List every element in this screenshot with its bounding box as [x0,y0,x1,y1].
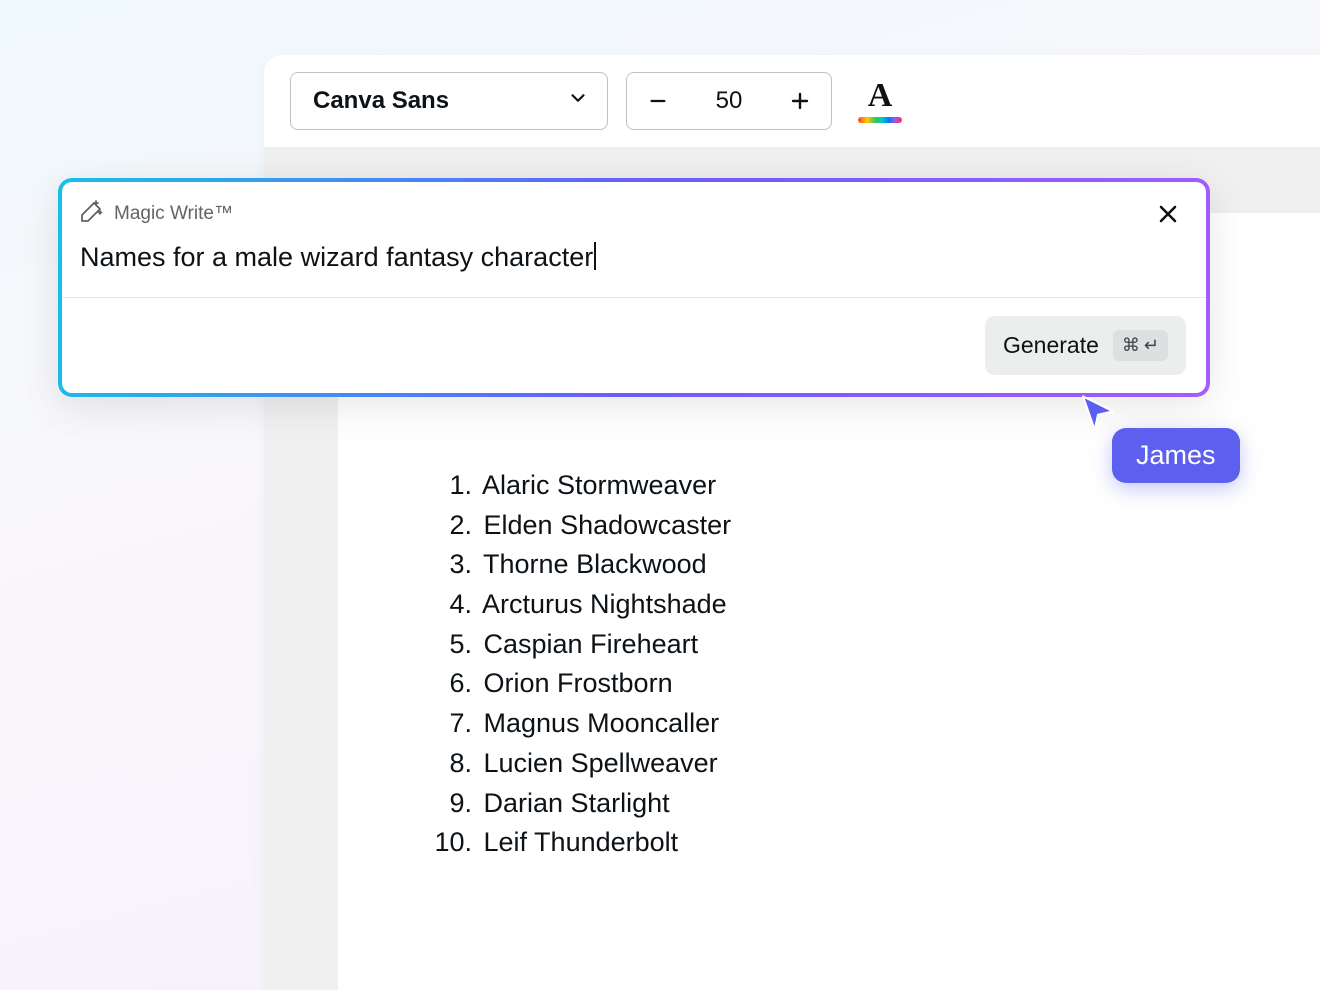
enter-key-icon: ↵ [1144,335,1159,356]
collaborator-name: James [1136,440,1216,470]
cmd-key-icon: ⌘ [1122,335,1140,356]
list-item: 5. Caspian Fireheart [424,625,731,665]
magic-wand-icon [80,199,104,229]
keyboard-shortcut-chip: ⌘ ↵ [1113,330,1168,361]
list-item: 4. Arcturus Nightshade [424,585,731,625]
text-cursor [594,242,596,270]
list-item: 2. Elden Shadowcaster [424,506,731,546]
list-item: 8. Lucien Spellweaver [424,744,731,784]
increase-font-size-button[interactable] [783,84,817,118]
generate-button[interactable]: Generate ⌘ ↵ [985,316,1186,375]
font-size-stepper: 50 [626,72,832,130]
prompt-text: Names for a male wizard fantasy characte… [80,242,593,272]
font-family-select[interactable]: Canva Sans [290,72,608,130]
collaborator-badge: James [1112,428,1240,483]
magic-write-label: Magic Write™ [114,203,233,225]
chevron-down-icon [567,87,589,116]
list-item: 1. Alaric Stormweaver [424,466,731,506]
text-color-button[interactable]: A [858,76,902,126]
prompt-input[interactable]: Names for a male wizard fantasy characte… [62,234,1206,297]
font-family-label: Canva Sans [313,87,449,115]
list-item: 7. Magnus Mooncaller [424,704,731,744]
list-item: 3. Thorne Blackwood [424,545,731,585]
close-button[interactable] [1152,198,1184,230]
magic-write-popover: Magic Write™ Names for a male wizard fan… [58,178,1210,397]
font-size-value[interactable]: 50 [675,87,783,115]
list-item: 9. Darian Starlight [424,784,731,824]
decrease-font-size-button[interactable] [641,84,675,118]
generate-button-label: Generate [1003,332,1099,359]
magic-write-brand: Magic Write™ [80,199,233,229]
text-toolbar: Canva Sans 50 A [264,55,1320,147]
list-item: 10. Leif Thunderbolt [424,823,731,863]
generated-names-list: 1. Alaric Stormweaver 2. Elden Shadowcas… [424,466,731,863]
list-item: 6. Orion Frostborn [424,664,731,704]
text-color-rainbow-bar [858,117,902,123]
text-color-letter-icon: A [868,79,893,113]
